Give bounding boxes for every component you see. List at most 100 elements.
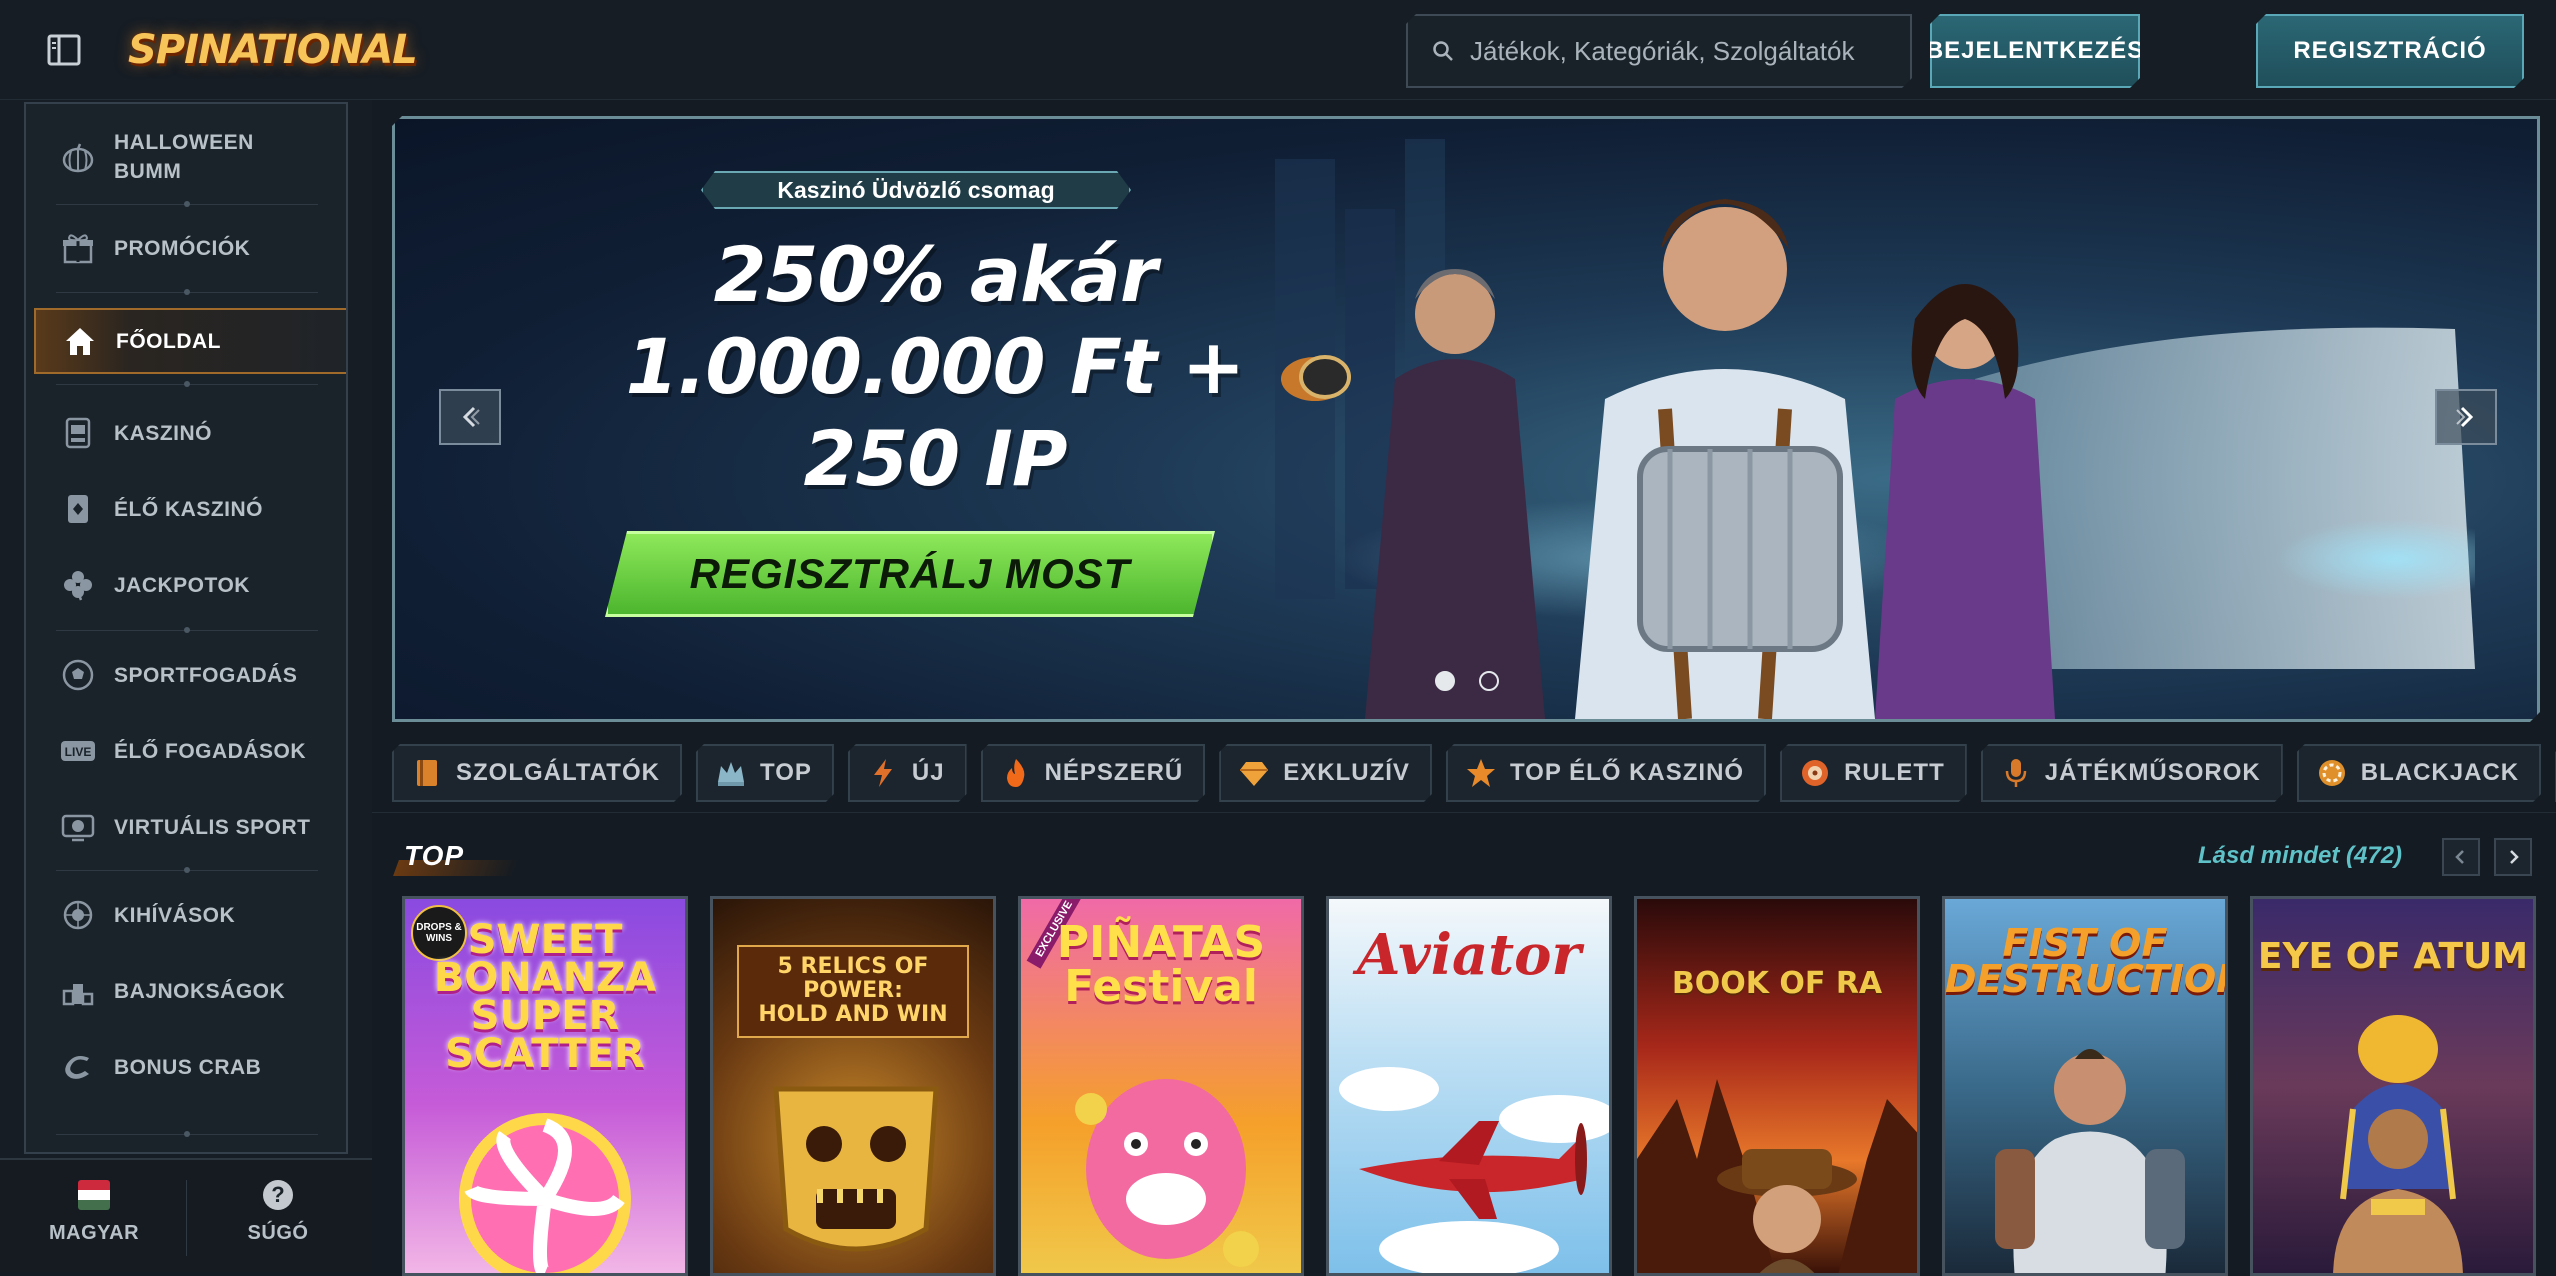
register-now-button[interactable]: REGISZTRÁLJ MOST [605, 531, 1215, 617]
sidebar-item-challenges[interactable]: KIHÍVÁSOK [26, 886, 346, 944]
sidebar-item-jackpots[interactable]: JACKPOTOK [26, 556, 346, 614]
claw-icon [56, 1045, 100, 1089]
lollipop-icon [459, 1113, 631, 1273]
sidebar-item-sports-betting[interactable]: SPORTFOGADÁS [26, 646, 346, 704]
fighter-icon [1995, 1049, 2185, 1273]
game-tile-eye-of-atum[interactable]: EYE OF ATUM [2250, 896, 2536, 1276]
sidebar-item-label: ÉLŐ KASZINÓ [114, 497, 264, 521]
banner-next-button[interactable] [2435, 389, 2497, 445]
game-tile-aviator[interactable]: Aviator [1326, 896, 1612, 1276]
category-exclusive[interactable]: EXKLUZÍV [1219, 744, 1432, 802]
game-title: EYE OF ATUM [2257, 936, 2529, 977]
game-title: FIST OF DESTRUCTION [1945, 921, 2228, 1002]
sidebar-item-label: PROMÓCIÓK [114, 236, 251, 260]
sidebar-item-virtual-sport[interactable]: VIRTUÁLIS SPORT [26, 798, 346, 856]
game-tile-pinatas-festival[interactable]: EXCLUSIVE PIÑATAS Festival [1018, 896, 1304, 1276]
svg-text:LIVE: LIVE [65, 745, 92, 759]
golden-mask-icon [773, 1086, 939, 1252]
category-label: ÚJ [911, 759, 945, 786]
top-bar: SPINATIONAL BEJELENTKEZÉS REGISZTRÁCIÓ [0, 0, 2556, 100]
welcome-package-badge: Kaszinó Üdvözlő csomag [701, 171, 1131, 209]
help-button[interactable]: ? SÚGÓ [212, 1180, 344, 1245]
category-label: TOP [759, 759, 812, 786]
chevron-left-icon [457, 404, 483, 430]
book-icon [410, 756, 444, 790]
banner-pagination [1435, 671, 1499, 691]
sidebar-item-label: BONUS CRAB [114, 1055, 262, 1079]
sidebar-item-live-betting[interactable]: LIVE ÉLŐ FOGADÁSOK [26, 722, 346, 780]
pharaoh-icon [2333, 1015, 2463, 1273]
help-icon: ? [263, 1180, 293, 1210]
soccer-ball-icon [56, 653, 100, 697]
sidebar-nav: HALLOWEEN BUMM PROMÓCIÓK FŐOLDAL KASZINÓ… [24, 102, 348, 1154]
sidebar-item-label: FŐOLDAL [116, 329, 221, 353]
category-new[interactable]: ÚJ [848, 744, 967, 802]
sidebar-item-promotions[interactable]: PROMÓCIÓK [26, 218, 346, 278]
game-tile-fist-of-destruction[interactable]: FIST OF DESTRUCTION [1942, 896, 2228, 1276]
games-next-button[interactable] [2494, 838, 2532, 876]
search-box[interactable] [1406, 14, 1912, 88]
slide-dot-2[interactable] [1479, 671, 1499, 691]
sidebar-item-home[interactable]: FŐOLDAL [34, 308, 346, 374]
divider [56, 627, 318, 633]
promo-banner[interactable]: Kaszinó Üdvözlő csomag 250% akár 1.000.0… [392, 116, 2540, 722]
games-prev-button[interactable] [2442, 838, 2480, 876]
lightning-icon [866, 756, 900, 790]
chevron-right-icon [2510, 850, 2519, 864]
category-providers[interactable]: SZOLGÁLTATÓK [392, 744, 682, 802]
cards-icon [56, 487, 100, 531]
see-all-link[interactable]: Lásd mindet (472) [2198, 842, 2402, 870]
search-input[interactable] [1470, 36, 1890, 67]
category-bar: SZOLGÁLTATÓK TOP ÚJ NÉPSZERŰ EXKLUZÍV TO… [392, 744, 2556, 804]
sidebar-item-tournaments[interactable]: BAJNOKSÁGOK [26, 962, 346, 1020]
sidebar: HALLOWEEN BUMM PROMÓCIÓK FŐOLDAL KASZINÓ… [0, 100, 372, 1272]
game-tile-book-of-ra[interactable]: BOOK OF RA [1634, 896, 1920, 1276]
microphone-icon [1999, 756, 2033, 790]
sidebar-item-live-casino[interactable]: ÉLŐ KASZINÓ [26, 480, 346, 538]
category-top[interactable]: TOP [696, 744, 834, 802]
game-title: SWEET BONANZA SUPER SCATTER [433, 917, 657, 1077]
sidebar-item-label: BAJNOKSÁGOK [114, 979, 286, 1003]
section-title: TOP [404, 840, 465, 871]
sidebar-item-casino[interactable]: KASZINÓ [26, 404, 346, 462]
crown-icon [714, 756, 748, 790]
sidebar-item-label: KASZINÓ [114, 421, 212, 445]
sidebar-item-label: HALLOWEEN BUMM [114, 131, 254, 183]
category-game-shows[interactable]: JÁTÉKMŰSOROK [1981, 744, 2283, 802]
category-popular[interactable]: NÉPSZERŰ [981, 744, 1206, 802]
sidebar-item-label: KIHÍVÁSOK [114, 903, 236, 927]
headline-line-1: 250% akár [713, 230, 1157, 319]
login-button[interactable]: BEJELENTKEZÉS [1930, 14, 2140, 88]
chip-icon [2315, 756, 2349, 790]
help-label: SÚGÓ [247, 1222, 309, 1244]
sidebar-item-halloween[interactable]: HALLOWEEN BUMM [26, 122, 346, 192]
game-tile-5-relics-of-power[interactable]: 5 RELICS OF POWER: HOLD AND WIN [710, 896, 996, 1276]
category-roulette[interactable]: RULETT [1780, 744, 1967, 802]
home-icon [58, 319, 102, 363]
games-row: DROPS & WINS SWEET BONANZA SUPER SCATTER… [402, 896, 2556, 1276]
game-title: BOOK OF RA [1671, 966, 1883, 1001]
category-label: JÁTÉKMŰSOROK [2044, 759, 2261, 786]
slide-dot-1[interactable] [1435, 671, 1455, 691]
challenge-icon [56, 893, 100, 937]
category-label: EXKLUZÍV [1283, 759, 1410, 786]
category-top-live-casino[interactable]: TOP ÉLŐ KASZINÓ [1446, 744, 1766, 802]
game-title: PIÑATAS Festival [1056, 917, 1266, 1012]
gift-icon [56, 226, 100, 270]
chevron-left-icon [2455, 850, 2464, 864]
sidebar-toggle-icon[interactable] [44, 30, 84, 70]
banner-illustration [1275, 119, 2475, 719]
live-icon: LIVE [56, 729, 100, 773]
divider [56, 1131, 318, 1137]
search-icon [1432, 40, 1454, 62]
category-label: NÉPSZERŰ [1044, 759, 1184, 786]
register-button[interactable]: REGISZTRÁCIÓ [2256, 14, 2524, 88]
sidebar-item-label: VIRTUÁLIS SPORT [114, 815, 311, 839]
virtual-sport-icon [56, 805, 100, 849]
game-tile-sweet-bonanza[interactable]: DROPS & WINS SWEET BONANZA SUPER SCATTER [402, 896, 688, 1276]
sidebar-item-bonus-crab[interactable]: BONUS CRAB [26, 1038, 346, 1096]
language-selector[interactable]: MAGYAR [28, 1180, 160, 1245]
category-blackjack[interactable]: BLACKJACK [2297, 744, 2541, 802]
site-logo[interactable]: SPINATIONAL [128, 22, 418, 78]
banner-prev-button[interactable] [439, 389, 501, 445]
